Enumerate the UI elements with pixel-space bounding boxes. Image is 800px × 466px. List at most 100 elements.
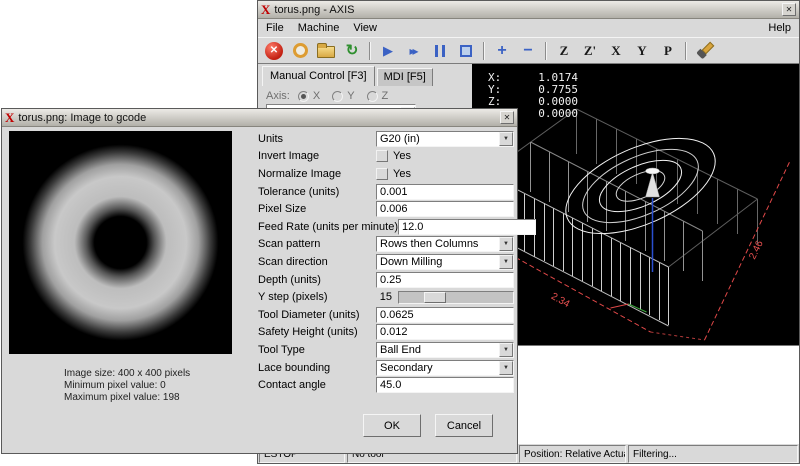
close-icon[interactable]: ✕: [782, 3, 796, 16]
reload-button[interactable]: ↻: [340, 40, 364, 62]
step-button[interactable]: ▸▸: [402, 40, 426, 62]
safety-height-input[interactable]: [376, 324, 514, 340]
units-label: Units: [258, 133, 376, 145]
estop-button[interactable]: ✕: [262, 40, 286, 62]
field-row-scan-pattern: Scan pattern Rows then Columns ▼: [2, 236, 514, 254]
output-panel: [472, 345, 799, 444]
field-row-invert: Invert Image Yes: [2, 148, 514, 166]
chevron-down-icon: ▼: [499, 361, 513, 375]
view-y-button[interactable]: Y: [630, 40, 654, 62]
ok-button[interactable]: OK: [363, 414, 421, 437]
normalize-checkbox[interactable]: Yes: [376, 168, 514, 180]
scan-pattern-label: Scan pattern: [258, 238, 376, 250]
menu-view[interactable]: View: [353, 22, 377, 34]
radio-axis-y[interactable]: [332, 91, 343, 102]
chevron-down-icon: ▼: [499, 343, 513, 357]
field-row-tool-diameter: Tool Diameter (units): [2, 306, 514, 324]
step-icon: ▸▸: [409, 45, 418, 57]
run-icon: ▶: [383, 44, 393, 57]
field-row-units: Units G20 (in) ▼: [2, 130, 514, 148]
dro-4-value: 0.0000: [512, 108, 578, 120]
depth-label: Depth (units): [258, 274, 376, 286]
cancel-button[interactable]: Cancel: [435, 414, 493, 437]
tab-manual-control[interactable]: Manual Control [F3]: [262, 66, 375, 86]
toolbar-separator: [545, 42, 547, 60]
status-filtering: Filtering...: [628, 445, 798, 463]
contact-angle-label: Contact angle: [258, 379, 376, 391]
toolbar-separator: [685, 42, 687, 60]
preview-3d-area[interactable]: 2.34 2.46 X: 1.0174 Y: 0.7755 Z: 0.0000 …: [472, 64, 799, 345]
menu-help[interactable]: Help: [768, 22, 791, 34]
dim-height-label: 2.46: [747, 239, 766, 262]
zoom-in-button[interactable]: +: [490, 40, 514, 62]
y-step-slider[interactable]: [398, 291, 514, 304]
tool-type-label: Tool Type: [258, 344, 376, 356]
toolbar-separator: [369, 42, 371, 60]
clear-plot-button[interactable]: [692, 40, 716, 62]
tab-mdi[interactable]: MDI [F5]: [377, 68, 433, 86]
stop-icon: [460, 45, 472, 57]
scan-direction-value: Down Milling: [380, 256, 499, 268]
power-icon: [293, 43, 308, 58]
folder-icon: [317, 46, 335, 58]
field-row-tolerance: Tolerance (units): [2, 183, 514, 201]
invert-checkbox[interactable]: Yes: [376, 150, 514, 162]
scan-pattern-select[interactable]: Rows then Columns ▼: [376, 236, 514, 252]
run-program-button[interactable]: ▶: [376, 40, 400, 62]
units-select[interactable]: G20 (in) ▼: [376, 131, 514, 147]
control-tabs: Manual Control [F3] MDI [F5]: [260, 64, 472, 86]
lace-bounding-select[interactable]: Secondary ▼: [376, 360, 514, 376]
view-z-button[interactable]: Z: [552, 40, 576, 62]
depth-input[interactable]: [376, 272, 514, 288]
stop-button[interactable]: [454, 40, 478, 62]
menu-file[interactable]: File: [266, 22, 284, 34]
dim-width-label: 2.34: [549, 291, 572, 310]
axis-titlebar[interactable]: X torus.png - AXIS ✕: [258, 1, 799, 19]
open-file-button[interactable]: [314, 40, 338, 62]
scan-direction-label: Scan direction: [258, 256, 376, 268]
checkbox-indicator: [376, 168, 388, 180]
slider-handle[interactable]: [424, 292, 446, 303]
axis-label: Axis:: [266, 90, 290, 102]
machine-power-button[interactable]: [288, 40, 312, 62]
radio-axis-x-label: X: [313, 90, 320, 102]
view-z2-button[interactable]: Z': [578, 40, 602, 62]
y-step-value: 15: [376, 291, 392, 303]
menu-machine[interactable]: Machine: [298, 22, 340, 34]
image-to-gcode-dialog: X torus.png: Image to gcode ✕ Image size…: [1, 108, 518, 454]
field-row-contact-angle: Contact angle: [2, 376, 514, 394]
view-p-button[interactable]: P: [656, 40, 680, 62]
radio-axis-x[interactable]: [298, 91, 309, 102]
view-x-button[interactable]: X: [604, 40, 628, 62]
axis-radio-group: X Y Z: [298, 90, 396, 102]
field-row-y-step: Y step (pixels) 15: [2, 288, 514, 306]
view-x-icon: X: [611, 44, 620, 57]
scan-pattern-value: Rows then Columns: [380, 238, 499, 250]
units-selected-value: G20 (in): [380, 133, 499, 145]
estop-icon: ✕: [265, 42, 283, 60]
contact-angle-input[interactable]: [376, 377, 514, 393]
close-icon[interactable]: ✕: [500, 111, 514, 124]
radio-axis-z[interactable]: [367, 91, 378, 102]
normalize-label: Normalize Image: [258, 168, 376, 180]
tool-type-select[interactable]: Ball End ▼: [376, 342, 514, 358]
lace-bounding-label: Lace bounding: [258, 362, 376, 374]
pause-button[interactable]: [428, 40, 452, 62]
dialog-title: torus.png: Image to gcode: [18, 112, 496, 124]
field-row-feed-rate: Feed Rate (units per minute): [2, 218, 514, 236]
tool-diameter-input[interactable]: [376, 307, 514, 323]
dialog-titlebar[interactable]: X torus.png: Image to gcode ✕: [2, 109, 517, 127]
chevron-down-icon: ▼: [499, 237, 513, 251]
tolerance-input[interactable]: [376, 184, 514, 200]
scan-direction-select[interactable]: Down Milling ▼: [376, 254, 514, 270]
zoom-out-button[interactable]: −: [516, 40, 540, 62]
axis-toolbar: ✕ ↻ ▶ ▸▸ + − Z Z' X Y P: [258, 37, 799, 64]
feed-rate-input[interactable]: [398, 219, 536, 235]
field-row-normalize: Normalize Image Yes: [2, 165, 514, 183]
tool-diameter-label: Tool Diameter (units): [258, 309, 376, 321]
pixel-size-input[interactable]: [376, 201, 514, 217]
zoom-out-icon: −: [523, 43, 532, 59]
pause-icon: [435, 45, 445, 57]
chevron-down-icon: ▼: [499, 132, 513, 146]
pixel-size-label: Pixel Size: [258, 203, 376, 215]
